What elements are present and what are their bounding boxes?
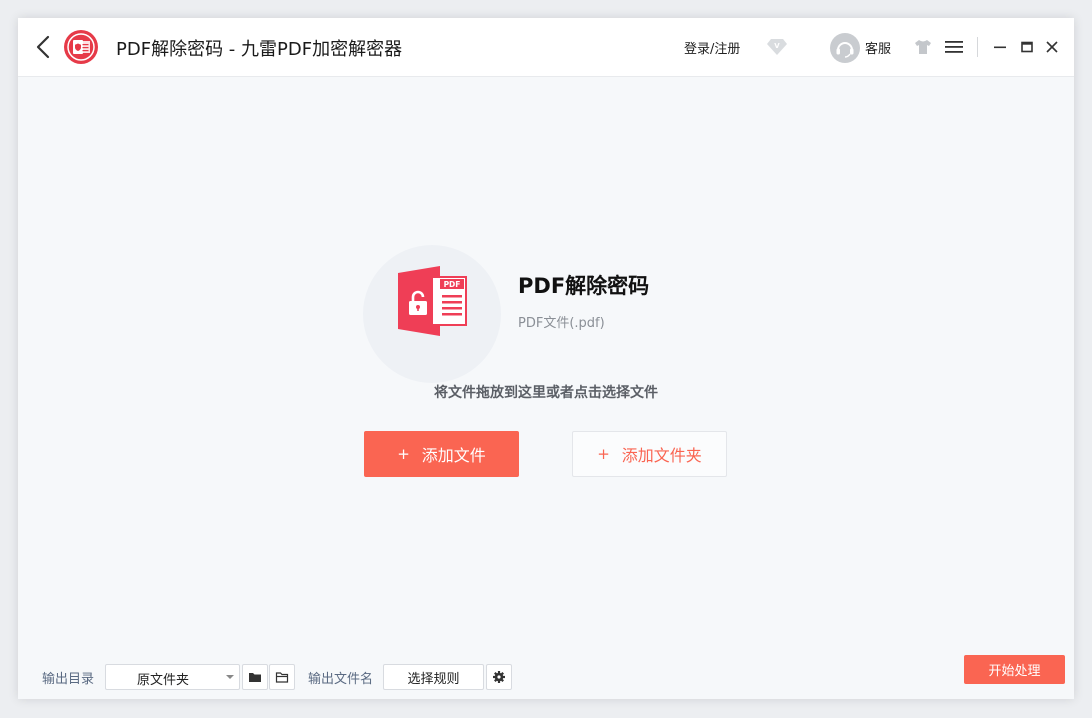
chevron-down-icon [226,675,234,679]
maximize-icon[interactable] [1020,40,1034,54]
app-logo-icon [64,30,98,64]
gear-icon [493,671,505,683]
output-dir-select[interactable]: 原文件夹 [105,664,240,690]
svg-text:PDF: PDF [444,280,461,289]
customer-service-label[interactable]: 客服 [865,38,891,57]
add-file-button[interactable]: + 添加文件 [364,431,519,477]
window-title: PDF解除密码 - 九雷PDF加密解密器 [116,39,403,60]
select-rule-button[interactable]: 选择规则 [383,664,484,690]
back-arrow-icon[interactable] [32,33,56,61]
settings-button[interactable] [486,664,512,690]
customer-service-icon[interactable] [830,33,860,63]
open-folder-icon [275,672,289,683]
plus-icon: + [397,445,410,463]
close-icon[interactable] [1045,40,1059,54]
feature-title: PDF解除密码 [518,274,650,298]
add-folder-label: 添加文件夹 [621,446,702,465]
output-dir-label: 输出目录 [42,672,95,687]
plus-icon: + [597,445,610,463]
add-folder-button[interactable]: + 添加文件夹 [572,431,727,477]
drop-hint-text: 将文件拖放到这里或者点击选择文件 [434,385,658,401]
add-file-label: 添加文件 [421,446,486,465]
browse-folder-button[interactable] [242,664,268,690]
open-folder-button[interactable] [269,664,295,690]
folder-icon [249,673,261,682]
minimize-icon[interactable] [993,40,1007,54]
svg-text:V: V [774,42,780,50]
title-bar: PDF解除密码 - 九雷PDF加密解密器 登录/注册 V 客服 [18,18,1074,77]
app-window: PDF解除密码 - 九雷PDF加密解密器 登录/注册 V 客服 PDF PDF解… [18,18,1074,699]
output-dir-value: 原文件夹 [137,673,190,688]
output-filename-label: 输出文件名 [308,672,374,687]
start-process-button[interactable]: 开始处理 [964,655,1065,684]
tshirt-icon[interactable] [914,39,932,55]
hamburger-menu-icon[interactable] [945,40,963,54]
vip-diamond-icon[interactable]: V [766,37,788,57]
feature-file-type: PDF文件(.pdf) [518,316,605,331]
pdf-unlock-icon: PDF [398,266,467,336]
bottom-toolbar: 输出目录 原文件夹 输出文件名 选择规则 开始处理 [18,637,1074,699]
titlebar-divider [977,37,978,57]
file-drop-area[interactable]: PDF PDF解除密码 PDF文件(.pdf) 将文件拖放到这里或者点击选择文件… [18,77,1074,637]
login-register-link[interactable]: 登录/注册 [684,38,740,57]
